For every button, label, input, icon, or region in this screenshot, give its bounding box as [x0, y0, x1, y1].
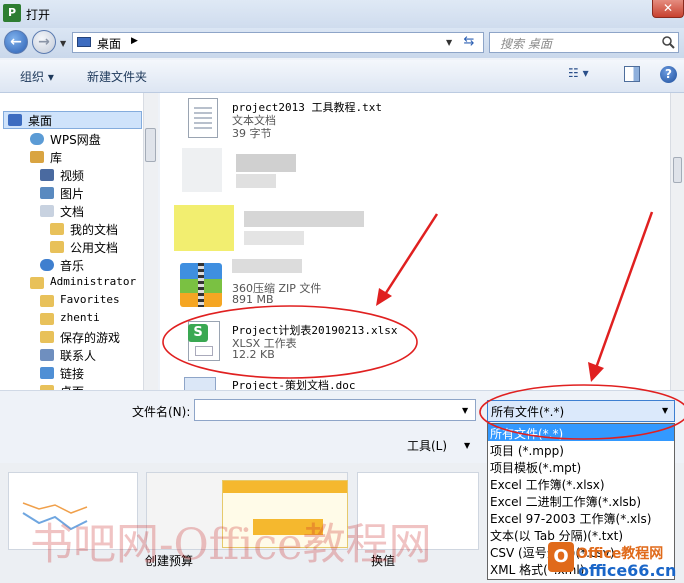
address-bar[interactable]: 桌面 ▶ [72, 32, 484, 53]
picture-icon [40, 187, 54, 199]
nav-item-label[interactable]: 公用文档 [70, 239, 118, 256]
breadcrumb-chevron-icon[interactable]: ▶ [131, 36, 138, 46]
change-view-button[interactable]: ☷ ▾ [568, 66, 598, 84]
nav-item-label[interactable]: 文档 [60, 203, 84, 220]
window-title: 打开 [26, 8, 51, 22]
watermark-text: 书吧网-Office教程网 [30, 520, 432, 570]
nav-item-label[interactable]: 库 [50, 149, 62, 166]
filetype-option[interactable]: 项目 (*.mpp) [490, 442, 564, 459]
library-icon [30, 151, 44, 163]
file-name[interactable]: Project-策划文档.doc [232, 377, 355, 390]
file-list: project2013 工具教程.txt 文本文档 39 字节 360压缩 ZI… [160, 93, 670, 390]
nav-item-label[interactable]: WPS网盘 [50, 131, 101, 148]
xlsx-file-icon: S [188, 321, 220, 361]
address-location[interactable]: 桌面 [97, 35, 121, 52]
nav-item-label[interactable]: 视频 [60, 167, 84, 184]
new-folder-button[interactable]: 新建文件夹 [87, 68, 147, 85]
filename-dropdown-arrow[interactable]: ▼ [462, 406, 468, 415]
user-icon [30, 277, 44, 289]
back-button[interactable]: ← [4, 30, 28, 54]
filetype-option[interactable]: Excel 工作簿(*.xlsx) [490, 476, 605, 493]
preview-pane-button[interactable] [624, 66, 640, 82]
text-file-icon [188, 98, 218, 138]
project-app-icon: P [3, 4, 21, 22]
nav-item-label[interactable]: 链接 [60, 365, 84, 382]
file-size: 12.2 KB [232, 348, 275, 361]
office-logo-icon: O [548, 542, 574, 572]
folder-icon [50, 223, 64, 235]
folder-icon [40, 331, 54, 343]
nav-item-label[interactable]: 桌面 [28, 112, 52, 129]
nav-item-label[interactable]: 联系人 [60, 347, 96, 364]
filename-label: 文件名(N): [132, 405, 191, 419]
recent-locations-dropdown[interactable]: ▼ [60, 39, 66, 48]
refresh-button[interactable]: ⇆ [458, 32, 480, 53]
contacts-icon [40, 349, 54, 361]
nav-item-label[interactable]: 音乐 [60, 257, 84, 274]
filetype-option[interactable]: Excel 二进制工作簿(*.xlsb) [490, 493, 641, 510]
filetype-option[interactable]: 所有文件(*.*) [490, 425, 563, 442]
tools-button[interactable]: 工具(L) [407, 437, 447, 454]
filename-input[interactable] [194, 399, 476, 421]
blurred-file-name [232, 259, 302, 273]
nav-selection-highlight [3, 111, 142, 129]
search-icon [662, 36, 675, 49]
nav-item-label[interactable]: 我的文档 [70, 221, 118, 238]
close-button[interactable]: ✕ [652, 0, 684, 18]
nav-item-label[interactable]: zhenti [60, 311, 100, 324]
search-placeholder: 搜索 桌面 [500, 37, 552, 51]
help-button[interactable]: ? [660, 66, 677, 83]
video-icon [40, 169, 54, 181]
nav-scrollbar-thumb[interactable] [145, 128, 156, 162]
blurred-file-thumbnail [174, 205, 374, 253]
zip-archive-icon [180, 263, 222, 307]
folder-icon [50, 241, 64, 253]
desktop-icon [8, 114, 22, 126]
logo-url: office66.cn [578, 561, 677, 580]
file-size: 891 MB [232, 293, 274, 306]
arrow-left-icon: ← [10, 34, 22, 50]
search-input[interactable]: 搜索 桌面 [489, 32, 679, 53]
filetype-option[interactable]: Excel 97-2003 工作簿(*.xls) [490, 510, 651, 527]
nav-item-label[interactable]: 图片 [60, 185, 84, 202]
nav-item-label[interactable]: 保存的游戏 [60, 329, 120, 346]
cloud-icon [30, 133, 44, 145]
arrow-right-icon: → [38, 34, 50, 50]
logo-text: Office教程网 [576, 546, 664, 562]
file-list-scrollbar-thumb[interactable] [673, 157, 682, 183]
file-list-scrollbar[interactable] [670, 93, 684, 390]
refresh-icon: ⇆ [463, 34, 475, 49]
links-icon [40, 367, 54, 379]
document-icon [40, 205, 54, 217]
filetype-option[interactable]: 项目模板(*.mpt) [490, 459, 581, 476]
organize-button[interactable]: 组织 ▾ [20, 68, 54, 85]
folder-icon [40, 313, 54, 325]
filetype-selected-value: 所有文件(*.*) [491, 405, 565, 419]
blurred-file-thumbnail [182, 148, 302, 198]
nav-item-label[interactable]: Administrator [50, 275, 136, 288]
filetype-dropdown-arrow[interactable]: ▼ [662, 406, 668, 415]
folder-icon [40, 295, 54, 307]
file-size: 39 字节 [232, 127, 272, 140]
nav-item-label[interactable]: Favorites [60, 293, 120, 306]
address-dropdown[interactable]: ▼ [446, 38, 452, 47]
title-bar [0, 0, 684, 28]
forward-button[interactable]: → [32, 30, 56, 54]
doc-file-icon [184, 377, 216, 390]
tools-dropdown-arrow[interactable]: ▼ [464, 441, 470, 450]
desktop-icon [77, 37, 91, 47]
music-icon [40, 259, 54, 271]
